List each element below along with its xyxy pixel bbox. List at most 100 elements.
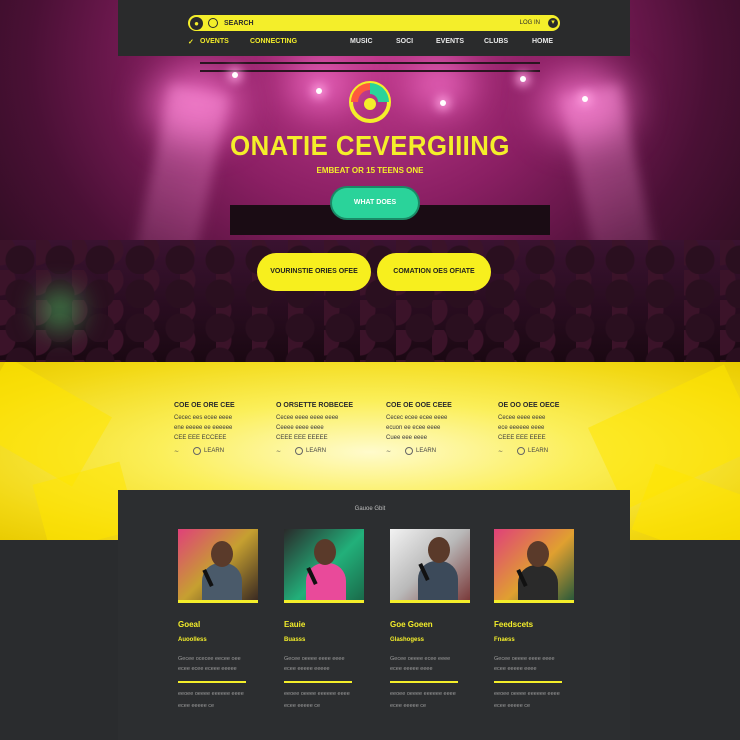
card-divider bbox=[284, 681, 352, 683]
card-line: eeoee oeeee eeeeee eeee bbox=[284, 691, 350, 697]
dark-side-left bbox=[0, 540, 118, 740]
nav-item-music[interactable]: MUSIC bbox=[350, 38, 373, 45]
card-title[interactable]: Eauie bbox=[284, 620, 305, 629]
person-body bbox=[306, 563, 346, 600]
card-line: eeoee oeeee eeeeee eeee bbox=[390, 691, 456, 697]
card-description: Gecee oeeee ecee eeee ecee eeeee eeee bbox=[390, 654, 470, 674]
feature-line: ecuon ee ecee eeee bbox=[386, 425, 441, 431]
card-footer-text: eeoee oeeee eeeeee eeee ecee eeeee ce bbox=[178, 688, 258, 712]
feature-link-label: LEARN bbox=[204, 448, 225, 454]
feature-link[interactable]: ∼ LEARN bbox=[498, 447, 598, 455]
feature-link[interactable]: ∼ LEARN bbox=[386, 447, 486, 455]
circle-icon bbox=[193, 447, 202, 455]
card-line: ecee eeeee ce bbox=[494, 703, 531, 709]
card-description: Gecee oeeee eeee eeee ecee eeeee eeeee bbox=[284, 654, 364, 674]
logo-icon[interactable]: ● bbox=[190, 16, 203, 30]
feature-line: Cecee eeee eeee bbox=[498, 415, 546, 421]
secondary-pill-button[interactable]: COMATION OES OFIATE bbox=[377, 253, 491, 291]
card-subtitle: Glashogess bbox=[390, 637, 425, 643]
person-head bbox=[428, 537, 450, 563]
card-line: eeoee oeeee eeeeee eeee bbox=[494, 691, 560, 697]
card-line: Gecee oeeee ecee eeee bbox=[390, 656, 451, 662]
wave-icon: ∼ bbox=[174, 448, 180, 455]
card-line: ecee ecee eceee eeeee bbox=[178, 666, 237, 672]
primary-pill-button[interactable]: VOURINSTIE ORIES OFEE bbox=[257, 253, 371, 291]
hero-cta-button[interactable]: WHAT DOES bbox=[332, 188, 418, 218]
feature-column-3: COE OE OOE CEEE Cecec ecee ecee eeee ecu… bbox=[386, 402, 486, 455]
card-subtitle: Auoolless bbox=[178, 637, 207, 643]
feature-column-2: O ORSETTE ROBECEE Cecee eeee eeee eeee C… bbox=[276, 402, 376, 455]
feature-title: O ORSETTE ROBECEE bbox=[276, 402, 354, 409]
nav-item-events[interactable]: EVENTS bbox=[436, 38, 464, 45]
feature-line: ece eeeeee eeee bbox=[498, 425, 545, 431]
card-line: Gecee oeeee eeee eeee bbox=[494, 656, 555, 662]
feature-line: CEE EEE ECCEEE bbox=[174, 435, 227, 441]
stage-truss bbox=[200, 62, 540, 72]
brand-logo-icon bbox=[349, 81, 391, 123]
feature-link[interactable]: ∼ LEARN bbox=[174, 447, 274, 455]
card-line: ecee eeeee ce bbox=[284, 703, 321, 709]
feature-line: Cuee eee eeee bbox=[386, 435, 428, 441]
crowd-glow bbox=[40, 290, 80, 330]
card-line: eeoee oeeee eeeeee eeee bbox=[178, 691, 244, 697]
stage-light bbox=[440, 100, 446, 106]
card-subtitle: Buasss bbox=[284, 637, 306, 643]
search-bar[interactable]: ● SEARCH LOG IN ▾ bbox=[188, 15, 560, 31]
artist-photo[interactable] bbox=[178, 529, 258, 603]
card-title[interactable]: Feedscets bbox=[494, 620, 533, 629]
feature-line: CEEE EEE EEEE bbox=[498, 435, 546, 441]
nav-item-connecting[interactable]: CONNECTING bbox=[250, 38, 297, 45]
card-line: ecee eeeee ce bbox=[178, 703, 215, 709]
stage-light bbox=[316, 88, 322, 94]
chevron-down-icon[interactable]: ▾ bbox=[548, 18, 558, 28]
nav-item-home[interactable]: HOME bbox=[532, 38, 553, 45]
stage-light bbox=[520, 76, 526, 82]
artist-photo[interactable] bbox=[284, 529, 364, 603]
search-icon[interactable] bbox=[208, 18, 218, 28]
gallery-label: Gauoe Gbit bbox=[354, 506, 386, 512]
feature-line: ene eeeee ee eeeeee bbox=[174, 425, 233, 431]
card-line: ecee eeeee ce bbox=[390, 703, 427, 709]
feature-link-label: LEARN bbox=[306, 448, 327, 454]
nav-item-clubs[interactable]: CLUBS bbox=[484, 38, 508, 45]
card-title[interactable]: Goeal bbox=[178, 620, 200, 629]
feature-link-label: LEARN bbox=[528, 448, 549, 454]
card-line: ecee eeeee eeeee bbox=[284, 666, 330, 672]
card-description: Gecee ocecee eecee oee ecee ecee eceee e… bbox=[178, 654, 258, 674]
card-subtitle: Fnaess bbox=[494, 637, 515, 643]
stage-light bbox=[582, 96, 588, 102]
artist-photo[interactable] bbox=[390, 529, 470, 603]
feature-title: OE OO OEE OECE bbox=[498, 402, 560, 409]
card-footer-text: eeoee oeeee eeeeee eeee ecee eeeee ce bbox=[494, 688, 574, 712]
card-line: ecee eeeee eeee bbox=[390, 666, 433, 672]
card-description: Gecee oeeee eeee eeee ecee eeeee eeee bbox=[494, 654, 574, 674]
hero-subtitle: EMBEAT OR 15 TEENS ONE bbox=[316, 166, 424, 175]
top-navigation: ● SEARCH LOG IN ▾ ✓ OVENTS CONNECTING MU… bbox=[118, 0, 630, 56]
feature-line: CEEE EEE EEEEE bbox=[276, 435, 328, 441]
feature-link-label: LEARN bbox=[416, 448, 437, 454]
login-link[interactable]: LOG IN bbox=[520, 20, 540, 26]
feature-link[interactable]: ∼ LEARN bbox=[276, 447, 376, 455]
feature-line: Ceeee eeee eeee bbox=[276, 425, 324, 431]
wave-icon: ∼ bbox=[276, 448, 282, 455]
card-footer-text: eeoee oeeee eeeeee eeee ecee eeeee ce bbox=[390, 688, 470, 712]
feature-column-4: OE OO OEE OECE Cecee eeee eeee ece eeeee… bbox=[498, 402, 598, 455]
person-head bbox=[211, 541, 233, 567]
nav-item-soci[interactable]: SOCI bbox=[396, 38, 413, 45]
feature-line: Cecec ees ecee eeee bbox=[174, 415, 233, 421]
person-head bbox=[527, 541, 549, 567]
wave-icon: ∼ bbox=[498, 448, 504, 455]
card-divider bbox=[390, 681, 458, 683]
hero-title: ONATIE CEVERGIIING bbox=[230, 130, 510, 161]
nav-check-icon: ✓ bbox=[188, 39, 194, 46]
dark-side-right bbox=[630, 540, 740, 740]
artist-photo[interactable] bbox=[494, 529, 574, 603]
card-divider bbox=[178, 681, 246, 683]
wave-icon: ∼ bbox=[386, 448, 392, 455]
search-input[interactable]: SEARCH bbox=[224, 20, 520, 27]
circle-icon bbox=[405, 447, 414, 455]
card-title[interactable]: Goe Goeen bbox=[390, 620, 433, 629]
feature-column-1: COE OE ORE CEE Cecec ees ecee eeee ene e… bbox=[174, 402, 274, 455]
nav-item-ovents[interactable]: OVENTS bbox=[200, 38, 229, 45]
feature-title: COE OE OOE CEEE bbox=[386, 402, 452, 409]
